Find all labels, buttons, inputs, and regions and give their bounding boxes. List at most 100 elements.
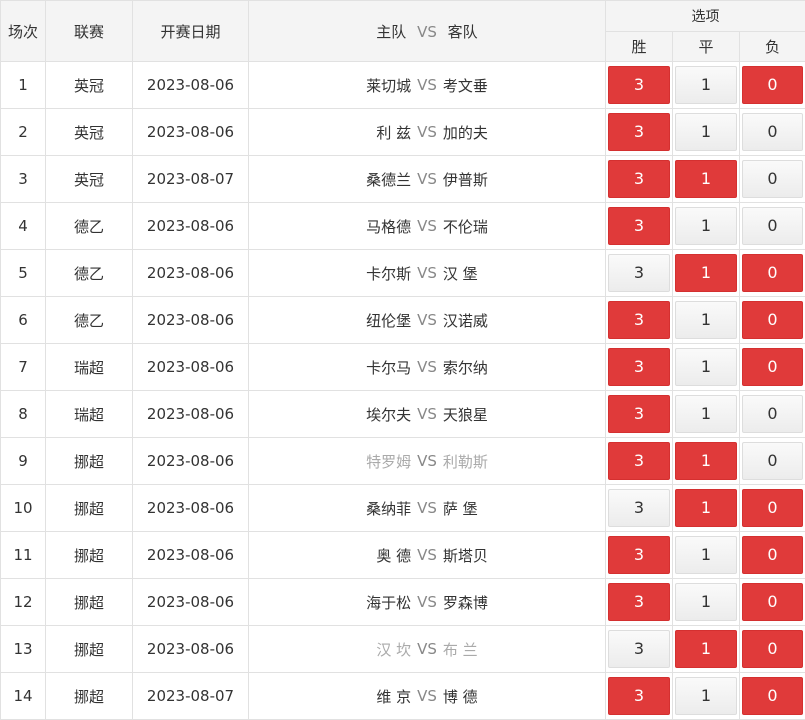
option-win-button[interactable]: 3	[608, 630, 670, 668]
date-cell: 2023-08-06	[133, 485, 249, 532]
option-win-cell: 3	[606, 203, 673, 250]
table-row: 7瑞超2023-08-06卡尔马VS索尔纳310	[1, 344, 805, 391]
league-cell: 挪超	[46, 626, 133, 673]
date-cell: 2023-08-06	[133, 250, 249, 297]
option-win-button[interactable]: 3	[608, 583, 670, 621]
option-win-button[interactable]: 3	[608, 536, 670, 574]
option-draw-button[interactable]: 1	[675, 395, 737, 433]
option-lose-cell: 0	[740, 250, 805, 297]
home-team: 马格德	[249, 216, 411, 237]
option-draw-button[interactable]: 1	[675, 160, 737, 198]
table-row: 12挪超2023-08-06海于松VS罗森博310	[1, 579, 805, 626]
match-no: 5	[1, 250, 46, 297]
vs-label: VS	[411, 76, 443, 94]
option-lose-button[interactable]: 0	[742, 395, 803, 433]
option-draw-button[interactable]: 1	[675, 536, 737, 574]
option-lose-cell: 0	[740, 156, 805, 203]
option-draw-cell: 1	[673, 156, 740, 203]
option-win-button[interactable]: 3	[608, 395, 670, 433]
option-draw-cell: 1	[673, 297, 740, 344]
option-draw-button[interactable]: 1	[675, 677, 737, 715]
option-lose-cell: 0	[740, 62, 805, 109]
teams-cell: 莱切城VS考文垂	[249, 62, 606, 109]
option-win-button[interactable]: 3	[608, 207, 670, 245]
option-draw-button[interactable]: 1	[675, 207, 737, 245]
league-cell: 英冠	[46, 109, 133, 156]
away-team: 伊普斯	[443, 169, 605, 190]
header-vs: VS	[411, 23, 443, 41]
header-league: 联赛	[46, 1, 133, 62]
option-win-button[interactable]: 3	[608, 160, 670, 198]
option-draw-button[interactable]: 1	[675, 301, 737, 339]
option-lose-button[interactable]: 0	[742, 301, 803, 339]
option-lose-button[interactable]: 0	[742, 66, 803, 104]
table-row: 14挪超2023-08-07维 京VS博 德310	[1, 673, 805, 720]
teams-cell: 卡尔马VS索尔纳	[249, 344, 606, 391]
table-row: 13挪超2023-08-06汉 坎VS布 兰310	[1, 626, 805, 673]
option-lose-button[interactable]: 0	[742, 207, 803, 245]
away-team: 天狼星	[443, 404, 605, 425]
table-row: 4德乙2023-08-06马格德VS不伦瑞310	[1, 203, 805, 250]
date-cell: 2023-08-07	[133, 156, 249, 203]
league-cell: 挪超	[46, 485, 133, 532]
away-team: 不伦瑞	[443, 216, 605, 237]
vs-label: VS	[411, 264, 443, 282]
match-no: 3	[1, 156, 46, 203]
option-win-button[interactable]: 3	[608, 66, 670, 104]
option-lose-cell: 0	[740, 297, 805, 344]
option-win-cell: 3	[606, 297, 673, 344]
option-lose-button[interactable]: 0	[742, 254, 803, 292]
option-win-button[interactable]: 3	[608, 442, 670, 480]
option-draw-button[interactable]: 1	[675, 489, 737, 527]
option-win-button[interactable]: 3	[608, 113, 670, 151]
option-draw-button[interactable]: 1	[675, 113, 737, 151]
option-draw-button[interactable]: 1	[675, 254, 737, 292]
option-draw-button[interactable]: 1	[675, 583, 737, 621]
option-win-button[interactable]: 3	[608, 677, 670, 715]
league-cell: 德乙	[46, 203, 133, 250]
home-team: 卡尔斯	[249, 263, 411, 284]
option-lose-cell: 0	[740, 485, 805, 532]
table-row: 5德乙2023-08-06卡尔斯VS汉 堡310	[1, 250, 805, 297]
option-lose-button[interactable]: 0	[742, 536, 803, 574]
teams-cell: 马格德VS不伦瑞	[249, 203, 606, 250]
date-cell: 2023-08-06	[133, 532, 249, 579]
option-win-button[interactable]: 3	[608, 348, 670, 386]
option-lose-button[interactable]: 0	[742, 113, 803, 151]
teams-cell: 维 京VS博 德	[249, 673, 606, 720]
header-match-no: 场次	[1, 1, 46, 62]
match-no: 2	[1, 109, 46, 156]
option-draw-cell: 1	[673, 673, 740, 720]
option-lose-button[interactable]: 0	[742, 677, 803, 715]
date-cell: 2023-08-06	[133, 579, 249, 626]
option-lose-button[interactable]: 0	[742, 160, 803, 198]
vs-label: VS	[411, 170, 443, 188]
option-draw-button[interactable]: 1	[675, 66, 737, 104]
option-draw-cell: 1	[673, 485, 740, 532]
option-win-button[interactable]: 3	[608, 254, 670, 292]
option-draw-button[interactable]: 1	[675, 630, 737, 668]
option-lose-button[interactable]: 0	[742, 442, 803, 480]
league-cell: 挪超	[46, 579, 133, 626]
teams-cell: 桑纳菲VS萨 堡	[249, 485, 606, 532]
option-lose-button[interactable]: 0	[742, 348, 803, 386]
option-win-button[interactable]: 3	[608, 301, 670, 339]
option-win-cell: 3	[606, 391, 673, 438]
option-lose-button[interactable]: 0	[742, 583, 803, 621]
teams-cell: 海于松VS罗森博	[249, 579, 606, 626]
option-win-button[interactable]: 3	[608, 489, 670, 527]
match-no: 4	[1, 203, 46, 250]
home-team: 莱切城	[249, 75, 411, 96]
date-cell: 2023-08-06	[133, 109, 249, 156]
option-lose-cell: 0	[740, 391, 805, 438]
option-lose-button[interactable]: 0	[742, 630, 803, 668]
match-no: 14	[1, 673, 46, 720]
teams-cell: 卡尔斯VS汉 堡	[249, 250, 606, 297]
vs-label: VS	[411, 123, 443, 141]
option-lose-button[interactable]: 0	[742, 489, 803, 527]
table-row: 9挪超2023-08-06特罗姆VS利勒斯310	[1, 438, 805, 485]
option-draw-button[interactable]: 1	[675, 348, 737, 386]
league-cell: 瑞超	[46, 391, 133, 438]
date-cell: 2023-08-06	[133, 62, 249, 109]
option-draw-button[interactable]: 1	[675, 442, 737, 480]
